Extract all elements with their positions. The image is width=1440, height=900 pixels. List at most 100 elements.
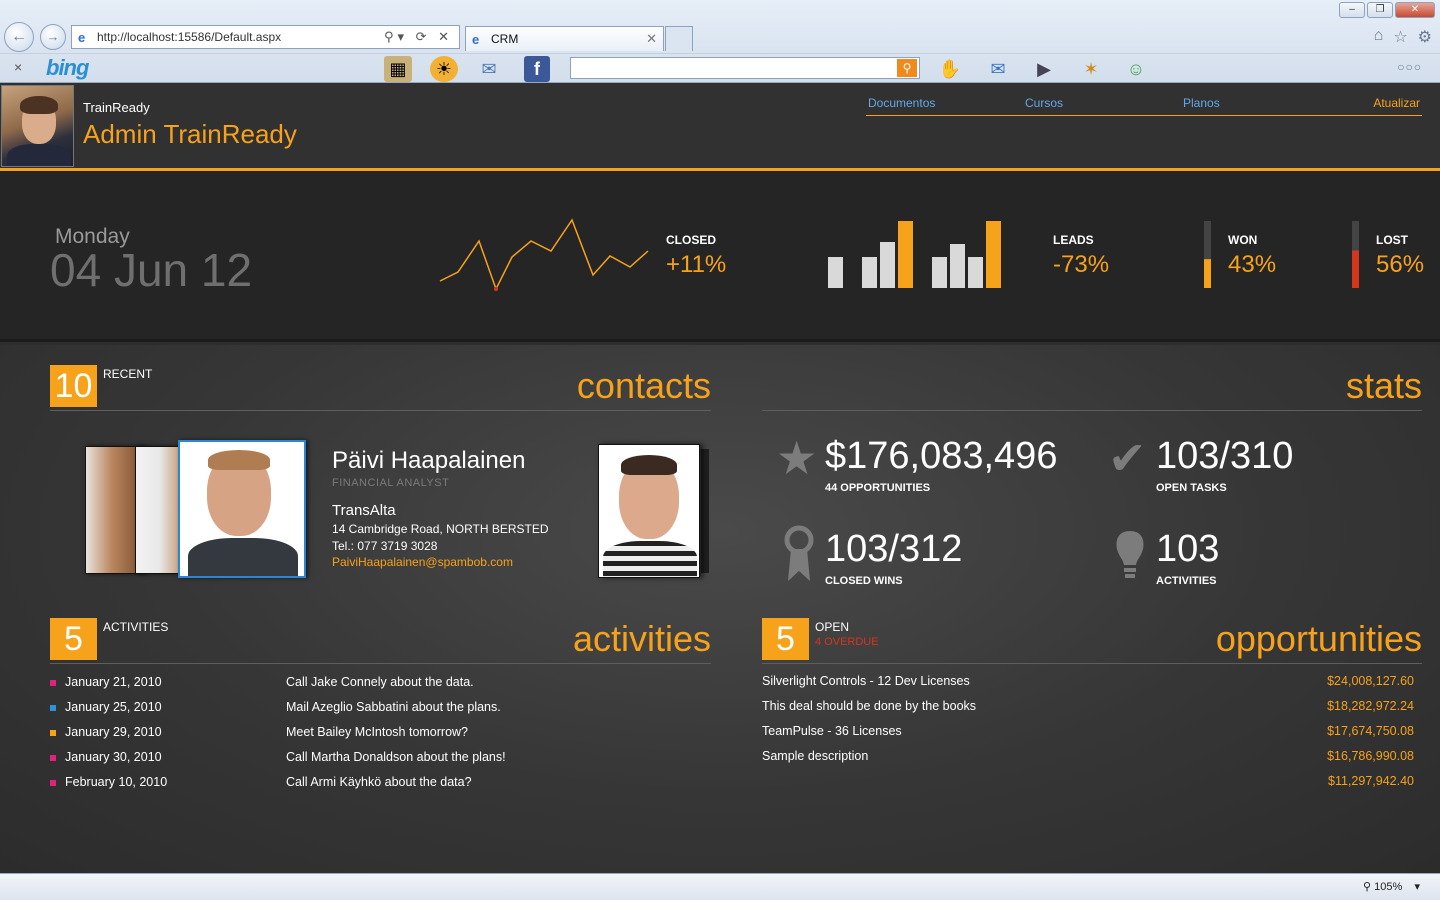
- stat-activities-label: ACTIVITIES: [1156, 575, 1217, 587]
- lost-label: LOST: [1376, 233, 1408, 247]
- won-meter-fill: [1204, 259, 1211, 288]
- activity-bullet: [50, 780, 56, 786]
- stat-closed-wins-value: 103/312: [825, 528, 963, 570]
- activities-header: 5 ACTIVITIES activities: [50, 618, 711, 664]
- maximize-button[interactable]: ❐: [1367, 2, 1393, 18]
- minimize-button[interactable]: –: [1339, 2, 1365, 18]
- contacts-header: 10 RECENT contacts: [50, 365, 711, 411]
- won-label: WON: [1228, 233, 1258, 247]
- opportunity-desc: Silverlight Controls - 12 Dev Licenses: [762, 674, 970, 688]
- more-icon[interactable]: ○○○: [1397, 60, 1422, 74]
- bar: [986, 221, 1001, 288]
- news-icon[interactable]: ✶: [1077, 56, 1105, 82]
- opportunities-header: 5 OPEN 4 OVERDUE opportunities: [762, 618, 1422, 664]
- bing-logo: bing: [46, 55, 89, 80]
- forward-button[interactable]: →: [40, 24, 66, 50]
- sparkline-low-point: [494, 287, 498, 291]
- address-tools-icon[interactable]: ⚲▾ ⟳ ✕: [384, 29, 453, 45]
- next-contact-photo[interactable]: [598, 441, 710, 581]
- tab-title: CRM: [491, 32, 519, 46]
- nav-cursos[interactable]: Cursos: [1025, 96, 1063, 110]
- contact-phone: Tel.: 077 3719 3028: [332, 539, 438, 553]
- search-icon[interactable]: ⚲: [897, 59, 917, 77]
- stat-open-tasks-label: OPEN TASKS: [1156, 482, 1227, 494]
- avatar: [1, 85, 74, 167]
- stat-open-tasks-value: 103/310: [1156, 435, 1294, 477]
- browser-tab[interactable]: e CRM ✕: [465, 26, 664, 51]
- ie-icon: e: [472, 32, 480, 47]
- activity-row[interactable]: January 21, 2010 Call Jake Connely about…: [50, 675, 710, 695]
- opportunity-row[interactable]: $11,297,942.40: [762, 774, 1414, 794]
- page-title: Admin TrainReady: [83, 119, 297, 149]
- close-window-button[interactable]: ✕: [1395, 2, 1435, 18]
- star-icon: ★: [776, 432, 818, 484]
- back-button[interactable]: ←: [4, 22, 34, 52]
- closed-value: +11%: [666, 251, 727, 278]
- stat-opportunities-value: $176,083,496: [825, 435, 1058, 477]
- opportunity-row[interactable]: Silverlight Controls - 12 Dev Licenses $…: [762, 674, 1414, 694]
- refresh-link[interactable]: Atualizar: [1373, 96, 1420, 110]
- close-toolbar-icon[interactable]: ×: [14, 59, 22, 75]
- contact-photo-selected[interactable]: [178, 440, 306, 578]
- activity-row[interactable]: February 10, 2010 Call Armi Käyhkö about…: [50, 775, 710, 795]
- opportunity-row[interactable]: Sample description $16,786,990.08: [762, 749, 1414, 769]
- contacts-title[interactable]: contacts: [577, 365, 711, 407]
- bing-toolbar: × bing ▦ ☀ ✉ f ⚲ ✋ ✉ ▶ ✶ ☺ ○○○: [0, 53, 1440, 83]
- opportunities-tag: OPEN: [815, 620, 850, 634]
- messenger-icon[interactable]: ☺: [1122, 56, 1150, 82]
- new-tab-button[interactable]: [665, 26, 693, 51]
- activity-bullet: [50, 705, 56, 711]
- bulb-icon: [1115, 529, 1145, 590]
- address-bar[interactable]: e http://localhost:15586/Default.aspx ⚲▾…: [71, 25, 460, 49]
- maps-icon[interactable]: ▦: [384, 56, 412, 82]
- bar: [932, 257, 947, 288]
- favorites-star-icon[interactable]: ☆: [1393, 27, 1407, 47]
- activities-tag: ACTIVITIES: [103, 620, 169, 634]
- contact-email[interactable]: PaiviHaapalainen@spambob.com: [332, 555, 513, 569]
- bar: [862, 257, 877, 288]
- contact-address: 14 Cambridge Road, NORTH BERSTED: [332, 522, 549, 536]
- opportunity-desc: TeamPulse - 36 Licenses: [762, 724, 902, 738]
- bar: [968, 257, 983, 288]
- contacts-count: 10: [50, 365, 97, 407]
- weather-icon[interactable]: ☀: [430, 56, 458, 82]
- closed-sparkline: [439, 218, 649, 291]
- app-subtitle: TrainReady: [83, 100, 150, 115]
- activity-row[interactable]: January 25, 2010 Mail Azeglio Sabbatini …: [50, 700, 710, 720]
- nav-documentos[interactable]: Documentos: [868, 96, 935, 110]
- won-value: 43%: [1228, 251, 1277, 278]
- activity-desc: Call Armi Käyhkö about the data?: [286, 775, 472, 789]
- activity-date: January 29, 2010: [65, 725, 162, 739]
- contact-name: Päivi Haapalainen: [332, 447, 526, 474]
- status-bar: ⚲ 105% ▾: [0, 873, 1440, 900]
- activities-title[interactable]: activities: [573, 618, 711, 660]
- zoom-control[interactable]: ⚲ 105% ▾: [1363, 880, 1420, 893]
- activity-row[interactable]: January 30, 2010 Call Martha Donaldson a…: [50, 750, 710, 770]
- video-icon[interactable]: ▶: [1030, 56, 1058, 82]
- opportunities-overdue: 4 OVERDUE: [815, 636, 879, 648]
- opportunity-desc: This deal should be done by the books: [762, 699, 977, 713]
- stat-opportunities-label: 44 OPPORTUNITIES: [825, 482, 931, 494]
- gear-icon[interactable]: ⚙: [1418, 27, 1432, 47]
- bing-search-input[interactable]: ⚲: [570, 57, 920, 79]
- stat-closed-wins-label: CLOSED WINS: [825, 575, 903, 587]
- home-icon[interactable]: ⌂: [1374, 27, 1384, 47]
- address-text: http://localhost:15586/Default.aspx: [97, 30, 282, 44]
- stats-title[interactable]: stats: [1346, 365, 1422, 407]
- contact-photo-stack[interactable]: [85, 440, 310, 582]
- mail-icon[interactable]: ✉: [475, 56, 503, 82]
- opportunities-title[interactable]: opportunities: [1216, 618, 1422, 660]
- bar: [950, 244, 965, 288]
- activity-row[interactable]: January 29, 2010 Meet Bailey McIntosh to…: [50, 725, 710, 745]
- ribbon-icon: [784, 525, 814, 594]
- stat-activities-value: 103: [1156, 528, 1220, 570]
- tab-close-icon[interactable]: ✕: [646, 31, 657, 47]
- top-navigation: Documentos Cursos Planos: [866, 96, 1422, 116]
- facebook-icon[interactable]: f: [524, 56, 550, 82]
- nav-planos[interactable]: Planos: [1183, 96, 1220, 110]
- chat-icon[interactable]: ✉: [984, 56, 1012, 82]
- check-icon: ✔: [1108, 432, 1147, 484]
- opportunity-row[interactable]: TeamPulse - 36 Licenses $17,674,750.08: [762, 724, 1414, 744]
- like-icon[interactable]: ✋: [936, 56, 964, 82]
- opportunity-row[interactable]: This deal should be done by the books $1…: [762, 699, 1414, 719]
